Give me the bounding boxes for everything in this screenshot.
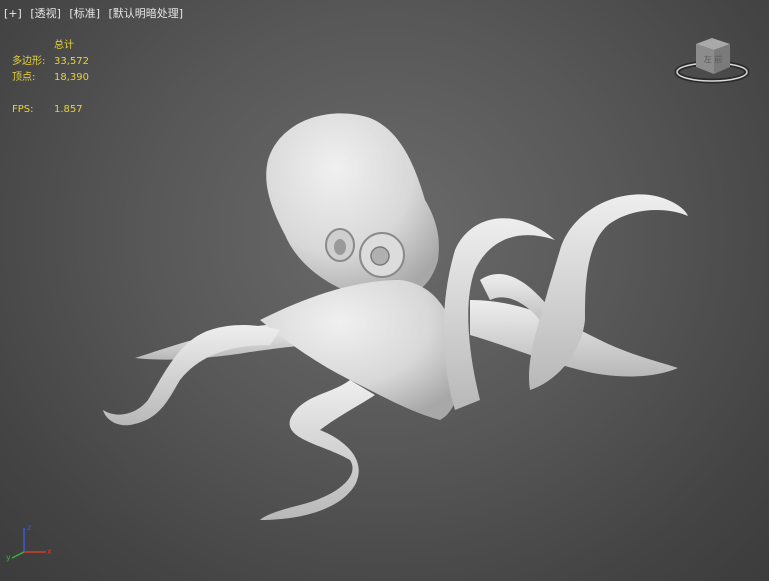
octopus-mantle [266, 113, 439, 300]
axis-z-label: z [27, 523, 31, 532]
tentacle-far-left [103, 325, 280, 426]
axis-y-label: y [6, 553, 11, 562]
axis-y-line [11, 551, 25, 559]
axis-tripod: z x y [6, 523, 52, 562]
axis-x-label: x [47, 547, 52, 556]
tentacle-front-left [260, 380, 375, 520]
octopus-model[interactable] [0, 0, 769, 581]
